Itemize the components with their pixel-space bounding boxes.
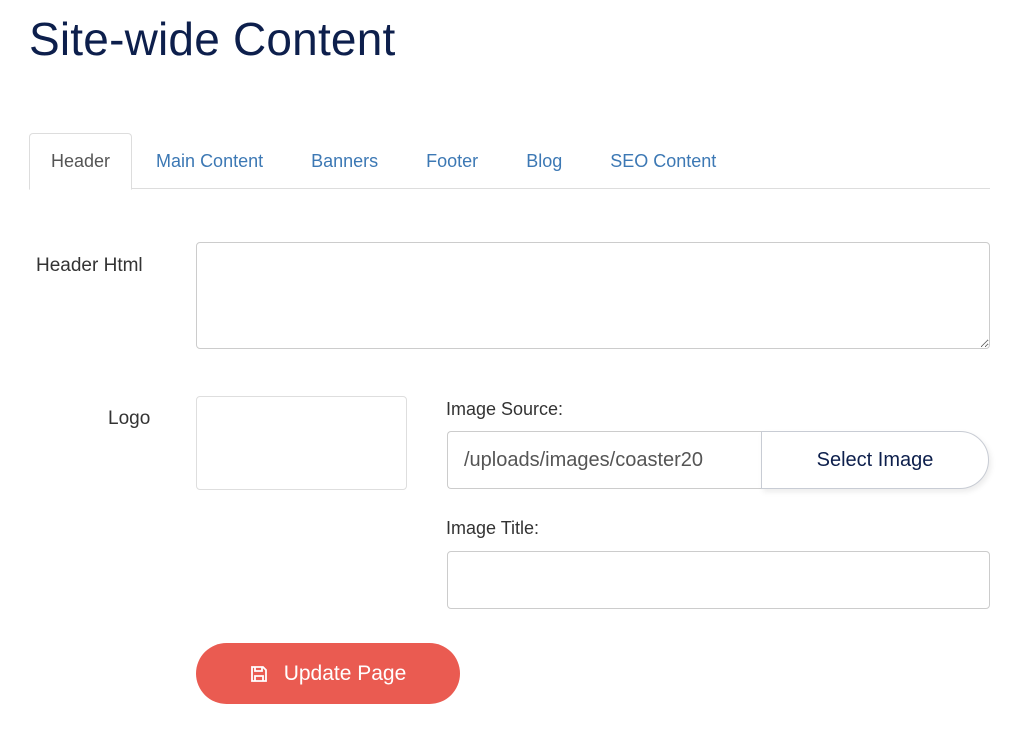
tab-banners[interactable]: Banners (287, 133, 402, 189)
image-source-label: Image Source: (446, 399, 564, 419)
tab-footer[interactable]: Footer (402, 133, 502, 189)
tab-seo-content[interactable]: SEO Content (586, 133, 740, 189)
page-title: Site-wide Content (29, 13, 396, 65)
tab-header[interactable]: Header (29, 133, 133, 190)
image-title-input[interactable] (447, 551, 990, 609)
logo-preview (196, 396, 407, 490)
image-source-group: Select Image (447, 431, 989, 489)
select-image-button[interactable]: Select Image (761, 431, 989, 489)
logo-label: Logo (108, 408, 151, 429)
header-html-label: Header Html (36, 255, 143, 276)
update-page-label: Update Page (283, 661, 407, 685)
tab-bar: Header Main Content Banners Footer Blog … (29, 133, 990, 190)
image-source-input[interactable] (447, 431, 761, 489)
tab-main-content[interactable]: Main Content (132, 133, 287, 189)
image-title-label: Image Title: (446, 518, 540, 538)
tab-blog[interactable]: Blog (502, 133, 586, 189)
floppy-disk-icon (250, 665, 268, 683)
header-html-textarea[interactable] (196, 242, 990, 349)
update-page-button[interactable]: Update Page (196, 643, 460, 704)
